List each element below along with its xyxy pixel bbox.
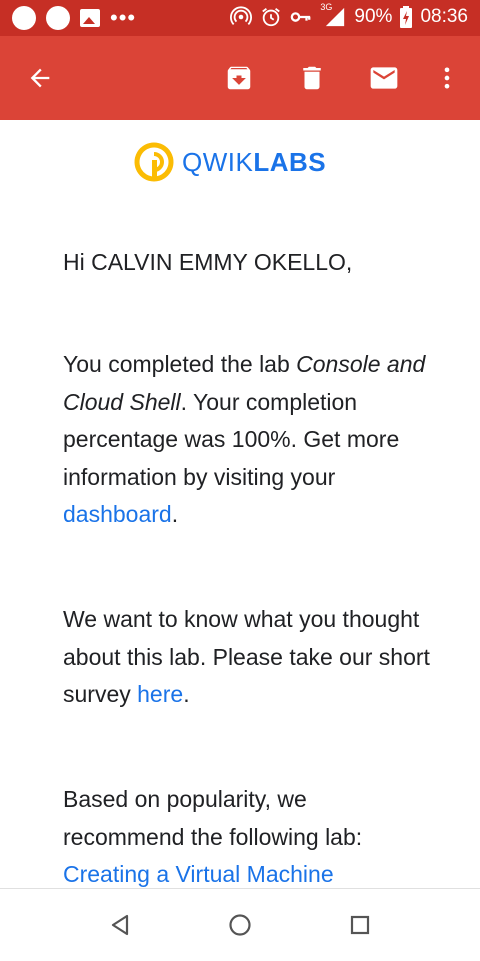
notification-dot-icon <box>46 6 70 30</box>
back-triangle-icon <box>111 914 129 936</box>
survey-paragraph: We want to know what you thought about t… <box>63 601 433 714</box>
recommendation-paragraph: Based on popularity, we recommend the fo… <box>63 781 433 888</box>
nav-home-button[interactable] <box>216 901 264 949</box>
email-body: QWIKLABS Hi CALVIN EMMY OKELLO, You comp… <box>0 120 480 888</box>
signal-indicator: 3G <box>320 2 346 28</box>
battery-icon <box>400 6 413 28</box>
notification-dot-icon <box>12 6 36 30</box>
email-toolbar <box>0 36 480 120</box>
delete-icon <box>303 66 321 90</box>
logo-text-light: QWIK <box>182 146 254 177</box>
dashboard-link[interactable]: dashboard <box>63 501 172 527</box>
hotspot-icon <box>230 6 253 25</box>
more-icon: ••• <box>110 5 137 30</box>
signal-icon <box>326 7 345 27</box>
survey-link[interactable]: here <box>137 681 183 707</box>
overflow-menu-button[interactable] <box>419 50 475 106</box>
completion-paragraph: You completed the lab Console and Cloud … <box>63 346 433 534</box>
recents-square-icon <box>350 915 370 935</box>
qwiklabs-logo-icon <box>134 142 174 182</box>
image-icon <box>80 9 100 27</box>
delete-button[interactable] <box>284 50 340 106</box>
nav-recents-button[interactable] <box>336 901 384 949</box>
recommended-lab-link[interactable]: Creating a Virtual Machine <box>63 861 334 887</box>
archive-button[interactable] <box>211 50 267 106</box>
battery-percent: 90% <box>354 6 393 27</box>
status-notifications: ••• <box>12 6 136 30</box>
completion-text-end: . <box>171 501 179 527</box>
clock: 08:36 <box>420 6 468 27</box>
back-arrow-icon <box>30 68 50 88</box>
mark-unread-button[interactable] <box>356 50 412 106</box>
greeting: Hi CALVIN EMMY OKELLO, <box>63 249 353 275</box>
logo-wordmark: QWIKLABS <box>182 147 326 178</box>
qwiklabs-logo: QWIKLABS <box>134 142 326 182</box>
mail-icon <box>370 67 398 89</box>
survey-text-end: . <box>183 681 190 707</box>
archive-icon <box>227 66 251 90</box>
back-button[interactable] <box>12 50 68 106</box>
status-bar: ••• 3G 90% 08:36 <box>0 0 480 36</box>
home-circle-icon <box>229 914 251 936</box>
survey-text: We want to know what you thought about t… <box>63 606 430 707</box>
status-system: 3G 90% 08:36 <box>230 2 468 28</box>
nav-back-button[interactable] <box>96 901 144 949</box>
recommendation-text: Based on popularity, we recommend the fo… <box>63 786 363 850</box>
system-navigation-bar <box>0 888 480 961</box>
overflow-menu-icon <box>444 67 450 89</box>
logo-text-bold: LABS <box>253 146 327 177</box>
completion-text-start: You completed the lab <box>63 351 297 377</box>
alarm-icon <box>262 8 281 27</box>
key-icon <box>291 12 311 22</box>
